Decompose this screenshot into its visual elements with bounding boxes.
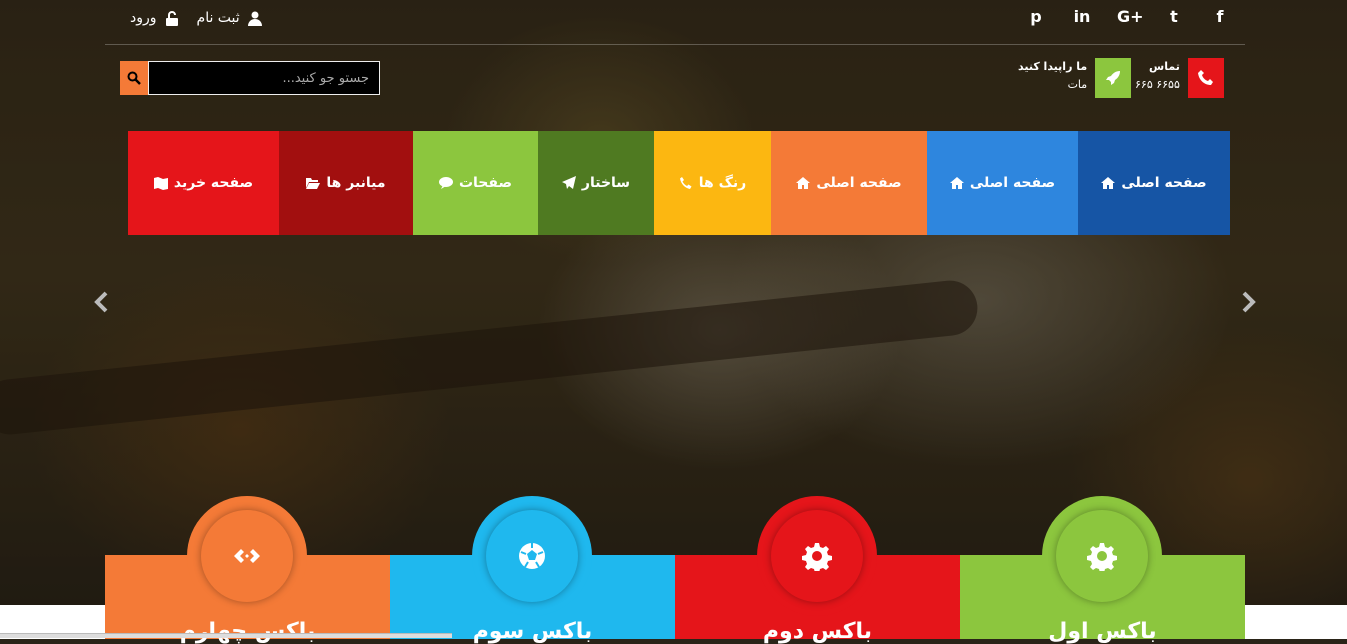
nav-item-label: رنگ ها xyxy=(698,175,747,191)
nav-item-structure[interactable]: ساختار xyxy=(538,131,654,235)
paper-plane-icon xyxy=(561,176,576,189)
find-us-text: ما راپیدا کنید مات xyxy=(1018,58,1087,94)
nav-item-shortcuts[interactable]: میانبر ها xyxy=(279,131,413,235)
slider-prev-arrow[interactable] xyxy=(92,290,112,314)
phone-value: ۶۶۵ ۶۶۵۵ xyxy=(1135,78,1180,91)
phone-title: تماس xyxy=(1149,60,1180,73)
auth-links: ورود ثبت نام xyxy=(130,10,262,26)
feature-icon-wrap xyxy=(771,510,863,602)
gear-icon xyxy=(1087,543,1117,571)
folder-open-icon xyxy=(306,178,321,189)
nav-item-label: صفحه خرید xyxy=(173,175,254,191)
map-icon xyxy=(153,177,168,190)
nav-item-colors[interactable]: رنگ ها xyxy=(654,131,771,235)
home-icon xyxy=(949,177,964,189)
phone-icon xyxy=(679,177,692,189)
horizontal-scrollbar[interactable] xyxy=(0,633,452,638)
home-icon xyxy=(1101,177,1116,189)
linkedin-icon[interactable]: in xyxy=(1071,7,1093,26)
search-icon xyxy=(127,71,141,85)
register-label: ثبت نام xyxy=(196,10,240,26)
feature-circle-1 xyxy=(1042,496,1162,616)
nav-item-label: صفحه اصلی xyxy=(969,175,1056,191)
pinterest-icon[interactable]: p xyxy=(1025,7,1047,26)
nav-item-home-2[interactable]: صفحه اصلی xyxy=(927,131,1078,235)
google-plus-icon[interactable]: G+ xyxy=(1117,7,1144,26)
gear-icon xyxy=(802,543,832,571)
nav-item-label: صفحه اصلی xyxy=(1121,175,1207,191)
phone-text: تماس ۶۶۵ ۶۶۵۵ xyxy=(1135,58,1180,94)
feature-icon-wrap xyxy=(1056,510,1148,602)
nav-item-label: صفحات xyxy=(458,175,513,191)
feature-box-title: باکس سوم xyxy=(472,619,593,644)
nav-item-label: میانبر ها xyxy=(326,175,386,191)
feature-icon-wrap xyxy=(201,510,293,602)
top-bar: ورود ثبت نام p in G+ t f xyxy=(105,0,1245,45)
social-links: p in G+ t f xyxy=(1025,7,1231,26)
login-label: ورود xyxy=(130,10,157,26)
nav-item-label: صفحه اصلی xyxy=(816,175,902,191)
code-icon xyxy=(234,549,260,563)
phone-icon xyxy=(1187,58,1224,98)
feature-icon-wrap xyxy=(486,510,578,602)
feature-circle-3 xyxy=(472,496,592,616)
nav-item-pages[interactable]: صفحات xyxy=(413,131,538,235)
rocket-icon xyxy=(1095,58,1132,98)
phone-block: تماس ۶۶۵ ۶۶۵۵ xyxy=(1135,58,1224,98)
chevron-right-icon xyxy=(1242,291,1256,313)
nav-item-shop[interactable]: صفحه خرید xyxy=(128,131,279,235)
nav-item-home-1[interactable]: صفحه اصلی xyxy=(1078,131,1230,235)
feature-circle-4 xyxy=(187,496,307,616)
find-us-block: ما راپیدا کنید مات xyxy=(1018,58,1132,98)
feature-box-title: باکس چهارم xyxy=(179,619,316,644)
comment-icon xyxy=(438,177,453,189)
slider-next-arrow[interactable] xyxy=(1238,290,1258,314)
soccer-ball-icon xyxy=(519,543,545,569)
search-button[interactable] xyxy=(120,61,148,95)
feature-box-title: باکس اول xyxy=(1048,619,1157,644)
search-input[interactable] xyxy=(148,61,380,95)
main-nav: صفحه اصلی صفحه اصلی صفحه اصلی رنگ ها ساخ… xyxy=(128,131,1230,235)
nav-item-label: ساختار xyxy=(581,175,631,191)
twitter-icon[interactable]: t xyxy=(1163,7,1185,26)
find-us-value: مات xyxy=(1067,78,1088,91)
register-link[interactable]: ثبت نام xyxy=(197,10,262,26)
unlock-icon xyxy=(165,10,178,26)
facebook-icon[interactable]: f xyxy=(1209,7,1231,26)
home-icon xyxy=(796,177,811,189)
search-form xyxy=(120,61,380,95)
feature-circle-2 xyxy=(757,496,877,616)
nav-item-home-3[interactable]: صفحه اصلی xyxy=(771,131,927,235)
chevron-left-icon xyxy=(94,291,108,313)
find-us-title: ما راپیدا کنید xyxy=(1018,60,1088,73)
user-icon xyxy=(247,11,262,26)
login-link[interactable]: ورود xyxy=(130,10,179,26)
feature-box-title: باکس دوم xyxy=(762,619,873,644)
